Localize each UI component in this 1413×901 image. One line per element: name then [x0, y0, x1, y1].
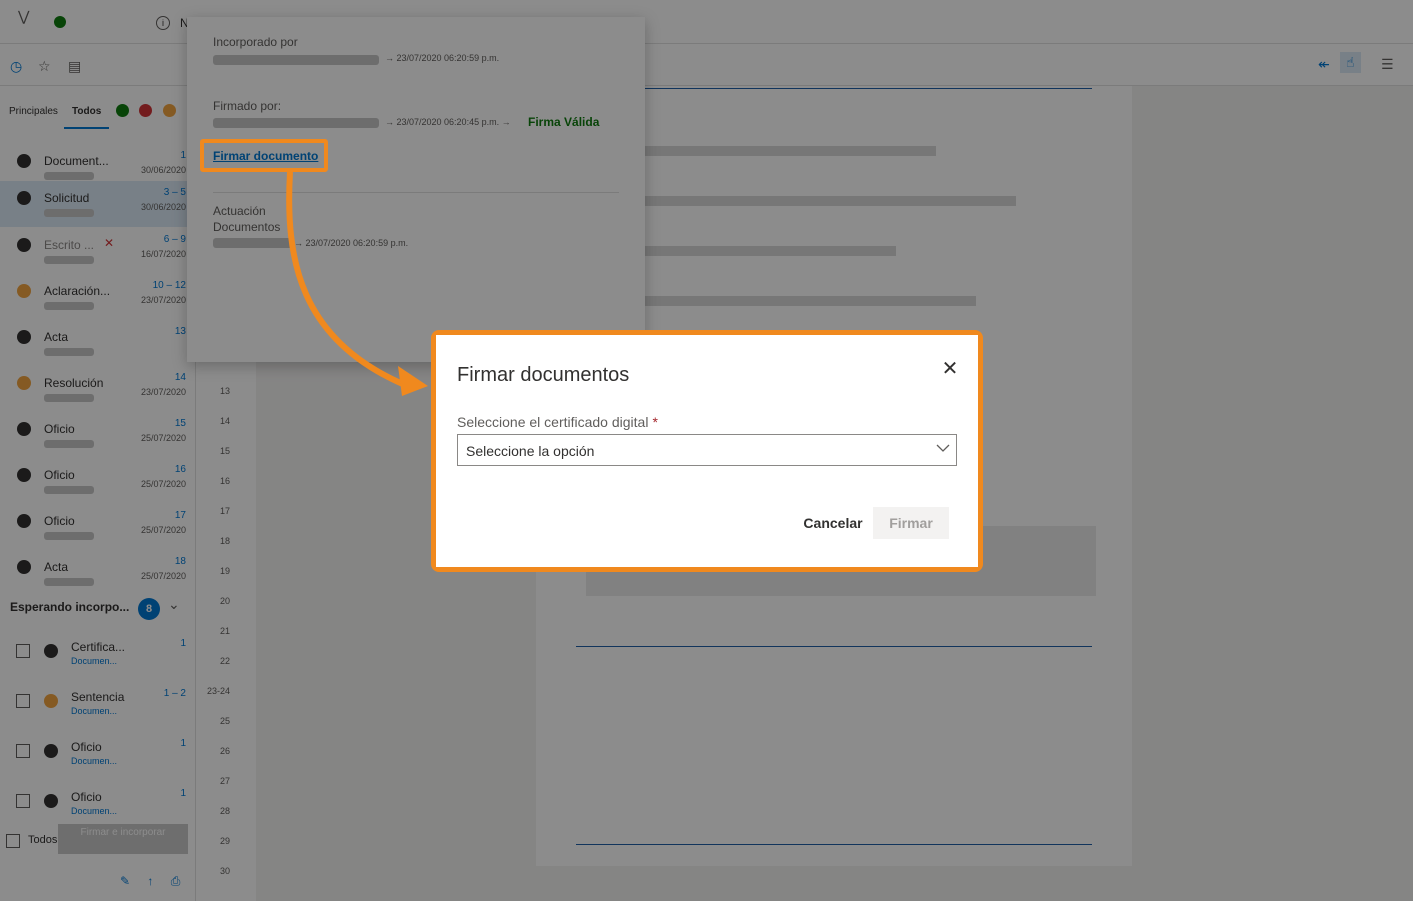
app-window: ⋁ i N ◷ ☆ ▤ Principales Todos Document..… [0, 0, 1413, 901]
sign-documents-dialog: Firmar documentos ✕ Seleccione el certif… [436, 335, 978, 567]
cancel-button[interactable]: Cancelar [796, 507, 870, 539]
certificate-select[interactable]: Seleccione la opción [457, 434, 957, 466]
chevron-down-icon [936, 444, 950, 452]
certificate-label-text: Seleccione el certificado digital [457, 414, 649, 430]
required-mark: * [652, 414, 658, 430]
sign-button[interactable]: Firmar [873, 507, 949, 539]
close-icon[interactable]: ✕ [936, 355, 964, 383]
highlight-sign-link [200, 139, 328, 172]
dialog-highlight-frame: Firmar documentos ✕ Seleccione el certif… [431, 330, 983, 572]
dialog-title: Firmar documentos [457, 364, 630, 386]
certificate-field-label: Seleccione el certificado digital * [457, 414, 658, 430]
certificate-select-value: Seleccione la opción [466, 443, 595, 459]
